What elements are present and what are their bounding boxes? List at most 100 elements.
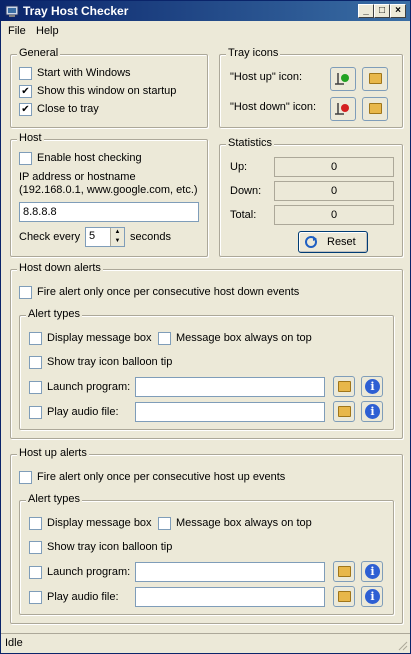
maximize-button[interactable]: □ <box>374 4 390 18</box>
down-launch-program-input[interactable] <box>135 377 325 397</box>
up-play-audio-browse-button[interactable] <box>333 586 355 607</box>
down-alert-types-group: Alert types Display message box Message … <box>19 308 394 430</box>
down-play-audio-info-button[interactable]: i <box>361 401 383 422</box>
menu-file[interactable]: File <box>8 25 26 37</box>
down-play-audio-browse-button[interactable] <box>333 401 355 422</box>
start-with-windows-label: Start with Windows <box>37 67 131 79</box>
up-play-audio-info-button[interactable]: i <box>361 586 383 607</box>
folder-icon <box>369 103 382 114</box>
up-alert-types-title: Alert types <box>26 493 82 505</box>
up-display-message-box-checkbox[interactable] <box>29 517 42 530</box>
up-play-audio-label: Play audio file: <box>47 591 119 603</box>
down-show-balloon-label: Show tray icon balloon tip <box>47 356 173 368</box>
info-icon: i <box>365 564 380 579</box>
down-fire-once-label: Fire alert only once per consecutive hos… <box>37 286 300 298</box>
folder-icon <box>338 406 351 417</box>
down-launch-program-info-button[interactable]: i <box>361 376 383 397</box>
host-up-alerts-group: Host up alerts Fire alert only once per … <box>10 447 403 624</box>
down-show-balloon-checkbox[interactable] <box>29 356 42 369</box>
down-message-box-on-top-checkbox[interactable] <box>158 332 171 345</box>
main-window: Tray Host Checker _ □ × File Help Genera… <box>0 0 411 654</box>
host-up-icon-preview[interactable] <box>330 67 356 91</box>
status-text: Idle <box>5 637 23 649</box>
up-show-balloon-label: Show tray icon balloon tip <box>47 541 173 553</box>
address-input[interactable] <box>19 202 199 222</box>
start-with-windows-checkbox[interactable] <box>19 67 32 80</box>
up-launch-program-checkbox[interactable] <box>29 566 42 579</box>
total-count: 0 <box>274 205 394 225</box>
down-launch-program-browse-button[interactable] <box>333 376 355 397</box>
tray-up-icon <box>335 73 349 85</box>
down-display-message-box-label: Display message box <box>47 332 152 344</box>
up-play-audio-input[interactable] <box>135 587 325 607</box>
resize-grip-icon[interactable] <box>396 639 408 651</box>
window-title: Tray Host Checker <box>23 4 129 18</box>
down-alert-types-title: Alert types <box>26 308 82 320</box>
info-icon: i <box>365 404 380 419</box>
down-label: Down: <box>230 185 262 197</box>
address-label: IP address or hostname <box>19 171 136 183</box>
enable-host-checking-label: Enable host checking <box>37 152 142 164</box>
total-label: Total: <box>230 209 257 221</box>
host-up-alerts-title: Host up alerts <box>17 447 89 459</box>
tray-icons-group-title: Tray icons <box>226 47 281 59</box>
up-fire-once-label: Fire alert only once per consecutive hos… <box>37 471 286 483</box>
title-bar[interactable]: Tray Host Checker _ □ × <box>1 1 410 21</box>
down-display-message-box-checkbox[interactable] <box>29 332 42 345</box>
up-fire-once-checkbox[interactable] <box>19 471 32 484</box>
info-icon: i <box>365 379 380 394</box>
info-icon: i <box>365 589 380 604</box>
down-play-audio-input[interactable] <box>135 402 325 422</box>
up-launch-program-input[interactable] <box>135 562 325 582</box>
host-group-title: Host <box>17 132 44 144</box>
host-down-icon-label: "Host down" icon: <box>230 101 317 113</box>
down-fire-once-checkbox[interactable] <box>19 286 32 299</box>
host-up-icon-label: "Host up" icon: <box>230 71 303 83</box>
tray-down-icon <box>335 103 349 115</box>
reset-label: Reset <box>327 236 356 248</box>
up-play-audio-checkbox[interactable] <box>29 591 42 604</box>
check-every-label: Check every <box>19 231 81 243</box>
up-count: 0 <box>274 157 394 177</box>
menu-bar: File Help <box>1 21 410 40</box>
up-message-box-on-top-label: Message box always on top <box>176 517 312 529</box>
up-launch-program-info-button[interactable]: i <box>361 561 383 582</box>
spinner-up-button[interactable]: ▲ <box>110 228 124 237</box>
show-on-startup-label: Show this window on startup <box>37 85 177 97</box>
down-launch-program-checkbox[interactable] <box>29 381 42 394</box>
minimize-button[interactable]: _ <box>358 4 374 18</box>
reset-icon <box>305 236 317 248</box>
statistics-group-title: Statistics <box>226 137 275 149</box>
app-icon <box>5 5 19 17</box>
host-down-browse-button[interactable] <box>362 97 388 121</box>
folder-icon <box>369 73 382 84</box>
check-interval-spinner[interactable]: 5 ▲ ▼ <box>85 227 125 247</box>
folder-icon <box>338 566 351 577</box>
check-interval-value: 5 <box>89 230 96 242</box>
folder-icon <box>338 381 351 392</box>
down-message-box-on-top-label: Message box always on top <box>176 332 312 344</box>
down-count: 0 <box>274 181 394 201</box>
folder-icon <box>338 591 351 602</box>
down-play-audio-checkbox[interactable] <box>29 406 42 419</box>
up-message-box-on-top-checkbox[interactable] <box>158 517 171 530</box>
up-launch-program-label: Launch program: <box>47 566 131 578</box>
show-on-startup-checkbox[interactable] <box>19 85 32 98</box>
up-show-balloon-checkbox[interactable] <box>29 541 42 554</box>
up-label: Up: <box>230 161 248 173</box>
up-launch-program-browse-button[interactable] <box>333 561 355 582</box>
down-launch-program-label: Launch program: <box>47 381 131 393</box>
menu-help[interactable]: Help <box>36 25 59 37</box>
spinner-down-button[interactable]: ▼ <box>110 237 124 246</box>
host-down-icon-preview[interactable] <box>330 97 356 121</box>
status-bar: Idle <box>1 633 410 653</box>
enable-host-checking-checkbox[interactable] <box>19 152 32 165</box>
close-button[interactable]: × <box>390 4 406 18</box>
down-play-audio-label: Play audio file: <box>47 406 119 418</box>
host-up-browse-button[interactable] <box>362 67 388 91</box>
close-to-tray-checkbox[interactable] <box>19 103 32 116</box>
general-group-title: General <box>17 47 61 59</box>
host-down-alerts-group: Host down alerts Fire alert only once pe… <box>10 262 403 439</box>
reset-button[interactable]: Reset <box>298 231 368 253</box>
statistics-group: Statistics Up: 0 Down: 0 Total: 0 Reset <box>219 137 403 257</box>
